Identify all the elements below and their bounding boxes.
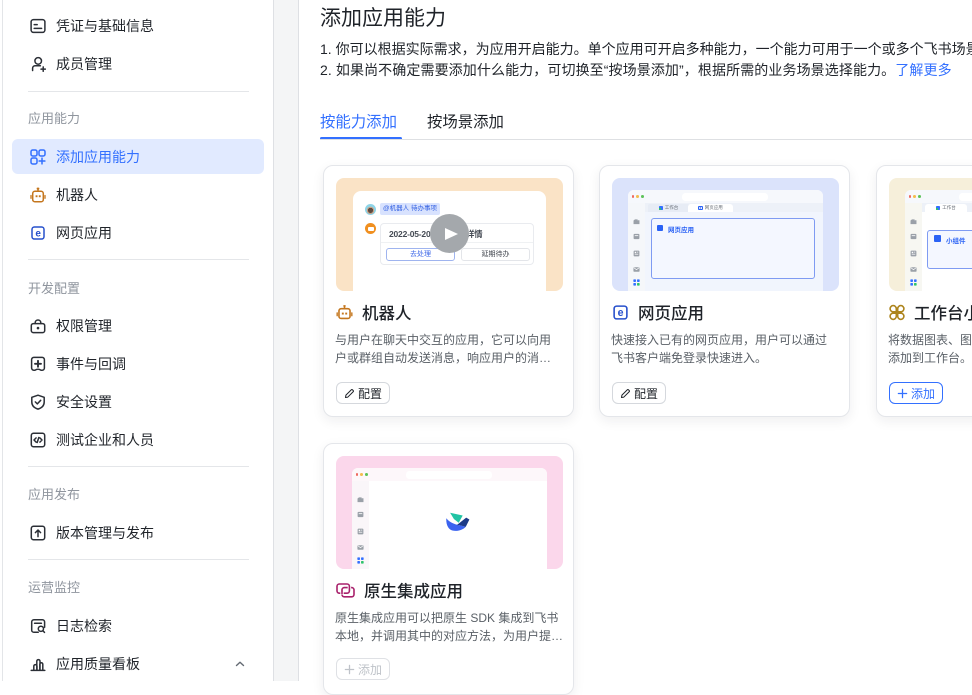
svg-text:e: e [35, 228, 41, 239]
svg-text:e: e [618, 307, 624, 319]
